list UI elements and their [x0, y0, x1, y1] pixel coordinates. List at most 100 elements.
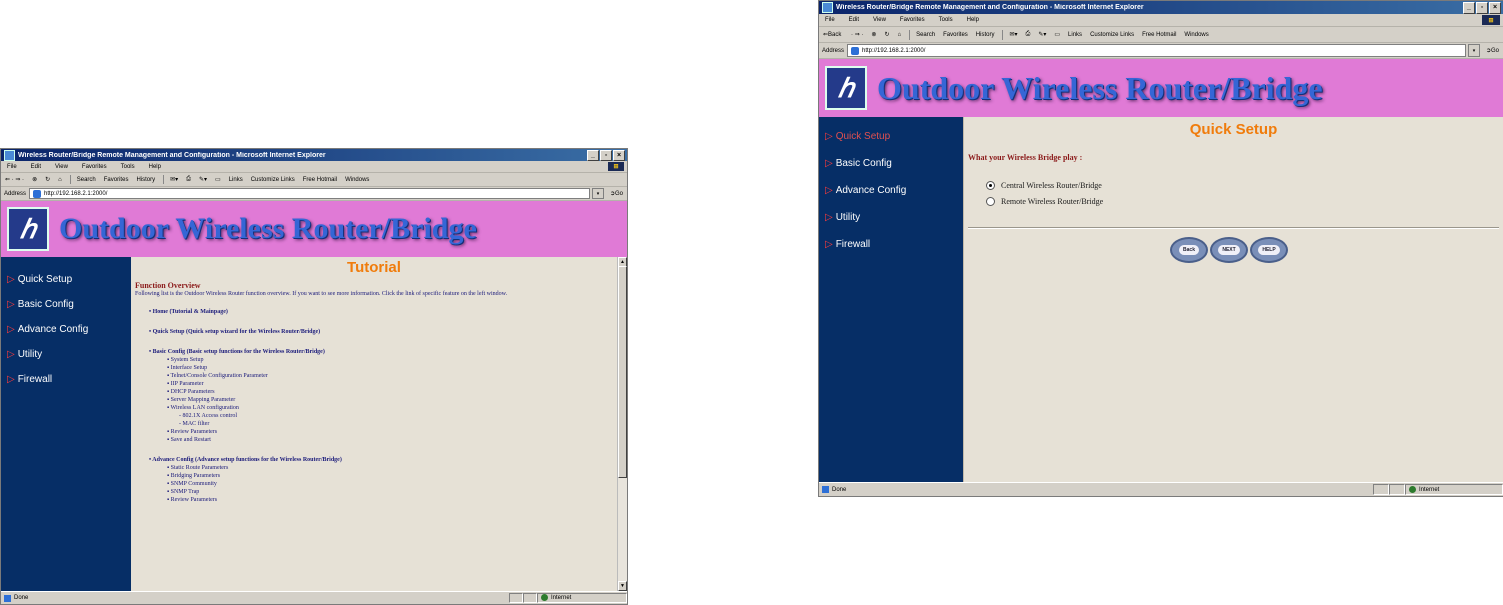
history-button[interactable]: History: [976, 32, 995, 38]
menu-bar: File Edit View Favorites Tools Help ⊞: [819, 14, 1503, 27]
address-dropdown-button[interactable]: ▾: [1467, 44, 1480, 57]
menu-help[interactable]: Help: [149, 164, 161, 170]
menu-view[interactable]: View: [873, 17, 886, 23]
address-input[interactable]: http://192.168.2.1:2000/: [847, 44, 1466, 57]
radio-remote[interactable]: Remote Wireless Router/Bridge: [986, 197, 1103, 206]
ie-icon: [4, 149, 15, 161]
list-item[interactable]: ▪ SNMP Trap: [149, 488, 615, 496]
windows-link[interactable]: Windows: [1184, 32, 1208, 38]
history-button[interactable]: History: [136, 177, 155, 183]
radio-button-central[interactable]: [986, 181, 995, 190]
list-item[interactable]: ▪ SNMP Community: [149, 480, 615, 488]
back-button[interactable]: ⇐Back · ⇒ ·: [823, 31, 863, 38]
nav-basic-config[interactable]: ▷ Basic Config: [819, 150, 963, 177]
menu-edit[interactable]: Edit: [849, 17, 859, 23]
list-item[interactable]: - 802.1X Access control: [149, 412, 615, 420]
nav-firewall[interactable]: ▷ Firewall: [819, 231, 963, 258]
favorites-button[interactable]: Favorites: [943, 32, 968, 38]
print-icon[interactable]: ⎙: [1026, 31, 1031, 38]
nav-utility[interactable]: ▷ Utility: [1, 342, 131, 367]
minimize-button[interactable]: _: [1463, 1, 1475, 14]
next-button[interactable]: NEXT: [1210, 237, 1248, 263]
nav-quick-setup[interactable]: ▷ Quick Setup: [1, 267, 131, 292]
stop-icon[interactable]: ⊗: [871, 31, 876, 38]
mail-icon[interactable]: ✉▾: [170, 176, 178, 183]
nav-firewall[interactable]: ▷ Firewall: [1, 367, 131, 392]
print-icon[interactable]: ⎙: [186, 176, 191, 183]
list-item[interactable]: ▪ Review Parameters: [149, 496, 615, 504]
go-button[interactable]: ➲Go: [610, 190, 623, 197]
address-dropdown-button[interactable]: ▾: [591, 187, 604, 200]
menu-tools[interactable]: Tools: [939, 17, 953, 23]
customize-links-link[interactable]: Customize Links: [251, 177, 295, 183]
list-item[interactable]: ▪ Server Mapping Parameter: [149, 396, 615, 404]
menu-edit[interactable]: Edit: [31, 164, 41, 170]
list-item[interactable]: ▪ DHCP Parameters: [149, 388, 615, 396]
section-basic-config[interactable]: • Basic Config (Basic setup functions fo…: [149, 348, 615, 356]
free-hotmail-link[interactable]: Free Hotmail: [303, 177, 337, 183]
home-icon[interactable]: ⌂: [897, 32, 901, 38]
home-icon[interactable]: ⌂: [58, 177, 62, 183]
favorites-button[interactable]: Favorites: [104, 177, 129, 183]
menu-file[interactable]: File: [825, 17, 835, 23]
radio-button-remote[interactable]: [986, 197, 995, 206]
vertical-scrollbar[interactable]: ▲ ▼: [617, 257, 627, 591]
stop-icon[interactable]: ⊗: [32, 176, 37, 183]
back-button[interactable]: Back: [1170, 237, 1208, 263]
search-button[interactable]: Search: [77, 177, 96, 183]
nav-basic-config[interactable]: ▷ Basic Config: [1, 292, 131, 317]
search-button[interactable]: Search: [916, 32, 935, 38]
discuss-icon[interactable]: ▭: [1054, 31, 1060, 38]
menu-favorites[interactable]: Favorites: [82, 164, 107, 170]
list-item[interactable]: ▪ Telnet/Console Configuration Parameter: [149, 372, 615, 380]
list-item[interactable]: ▪ System Setup: [149, 356, 615, 364]
radio-central[interactable]: Central Wireless Router/Bridge: [986, 181, 1102, 190]
menu-file[interactable]: File: [7, 164, 17, 170]
section-quick-setup[interactable]: • Quick Setup (Quick setup wizard for th…: [149, 328, 615, 336]
nav-utility[interactable]: ▷ Utility: [819, 204, 963, 231]
go-button[interactable]: ➲Go: [1486, 47, 1499, 54]
discuss-icon[interactable]: ▭: [215, 176, 221, 183]
nav-sidebar: ▷ Quick Setup ▷ Basic Config ▷ Advance Conf…: [1, 257, 131, 591]
links-label[interactable]: Links: [1068, 32, 1082, 38]
maximize-button[interactable]: ▫: [600, 149, 612, 161]
windows-link[interactable]: Windows: [345, 177, 369, 183]
refresh-icon[interactable]: ↻: [884, 31, 889, 38]
scroll-down-button[interactable]: ▼: [618, 581, 627, 591]
links-label[interactable]: Links: [229, 177, 243, 183]
list-item[interactable]: ▪ Static Route Parameters: [149, 464, 615, 472]
address-url: http://192.168.2.1:2000/: [862, 47, 926, 54]
free-hotmail-link[interactable]: Free Hotmail: [1142, 32, 1176, 38]
minimize-button[interactable]: _: [587, 149, 599, 161]
list-item[interactable]: ▪ Save and Restart: [149, 436, 615, 444]
address-input[interactable]: http://192.168.2.1:2000/: [29, 187, 590, 200]
list-item[interactable]: ▪ IIP Parameter: [149, 380, 615, 388]
help-button[interactable]: HELP: [1250, 237, 1288, 263]
back-arrow-icon[interactable]: ⇐ · ⇒ ·: [5, 176, 24, 183]
section-advance-config[interactable]: • Advance Config (Advance setup function…: [149, 456, 615, 464]
list-item[interactable]: ▪ Bridging Parameters: [149, 472, 615, 480]
list-item[interactable]: - MAC filter: [149, 420, 615, 428]
menu-view[interactable]: View: [55, 164, 68, 170]
close-button[interactable]: ×: [1489, 1, 1501, 14]
arrow-icon: ▷: [7, 374, 15, 385]
nav-advance-config[interactable]: ▷ Advance Config: [819, 177, 963, 204]
close-button[interactable]: ×: [613, 149, 625, 161]
menu-favorites[interactable]: Favorites: [900, 17, 925, 23]
refresh-icon[interactable]: ↻: [45, 176, 50, 183]
edit-icon[interactable]: ✎▾: [1038, 31, 1046, 38]
menu-tools[interactable]: Tools: [121, 164, 135, 170]
maximize-button[interactable]: ▫: [1476, 1, 1488, 14]
scroll-thumb[interactable]: [618, 266, 627, 478]
mail-icon[interactable]: ✉▾: [1009, 31, 1017, 38]
list-item[interactable]: ▪ Wireless LAN configuration: [149, 404, 615, 412]
windows-logo-icon: ⊞: [608, 162, 624, 171]
nav-advance-config[interactable]: ▷ Advance Config: [1, 317, 131, 342]
edit-icon[interactable]: ✎▾: [199, 176, 207, 183]
menu-help[interactable]: Help: [967, 17, 979, 23]
nav-quick-setup[interactable]: ▷ Quick Setup: [819, 123, 963, 150]
list-item[interactable]: ▪ Review Parameters: [149, 428, 615, 436]
section-home[interactable]: • Home (Tutorial & Mainpage): [149, 308, 615, 316]
list-item[interactable]: ▪ Interface Setup: [149, 364, 615, 372]
customize-links-link[interactable]: Customize Links: [1090, 32, 1134, 38]
